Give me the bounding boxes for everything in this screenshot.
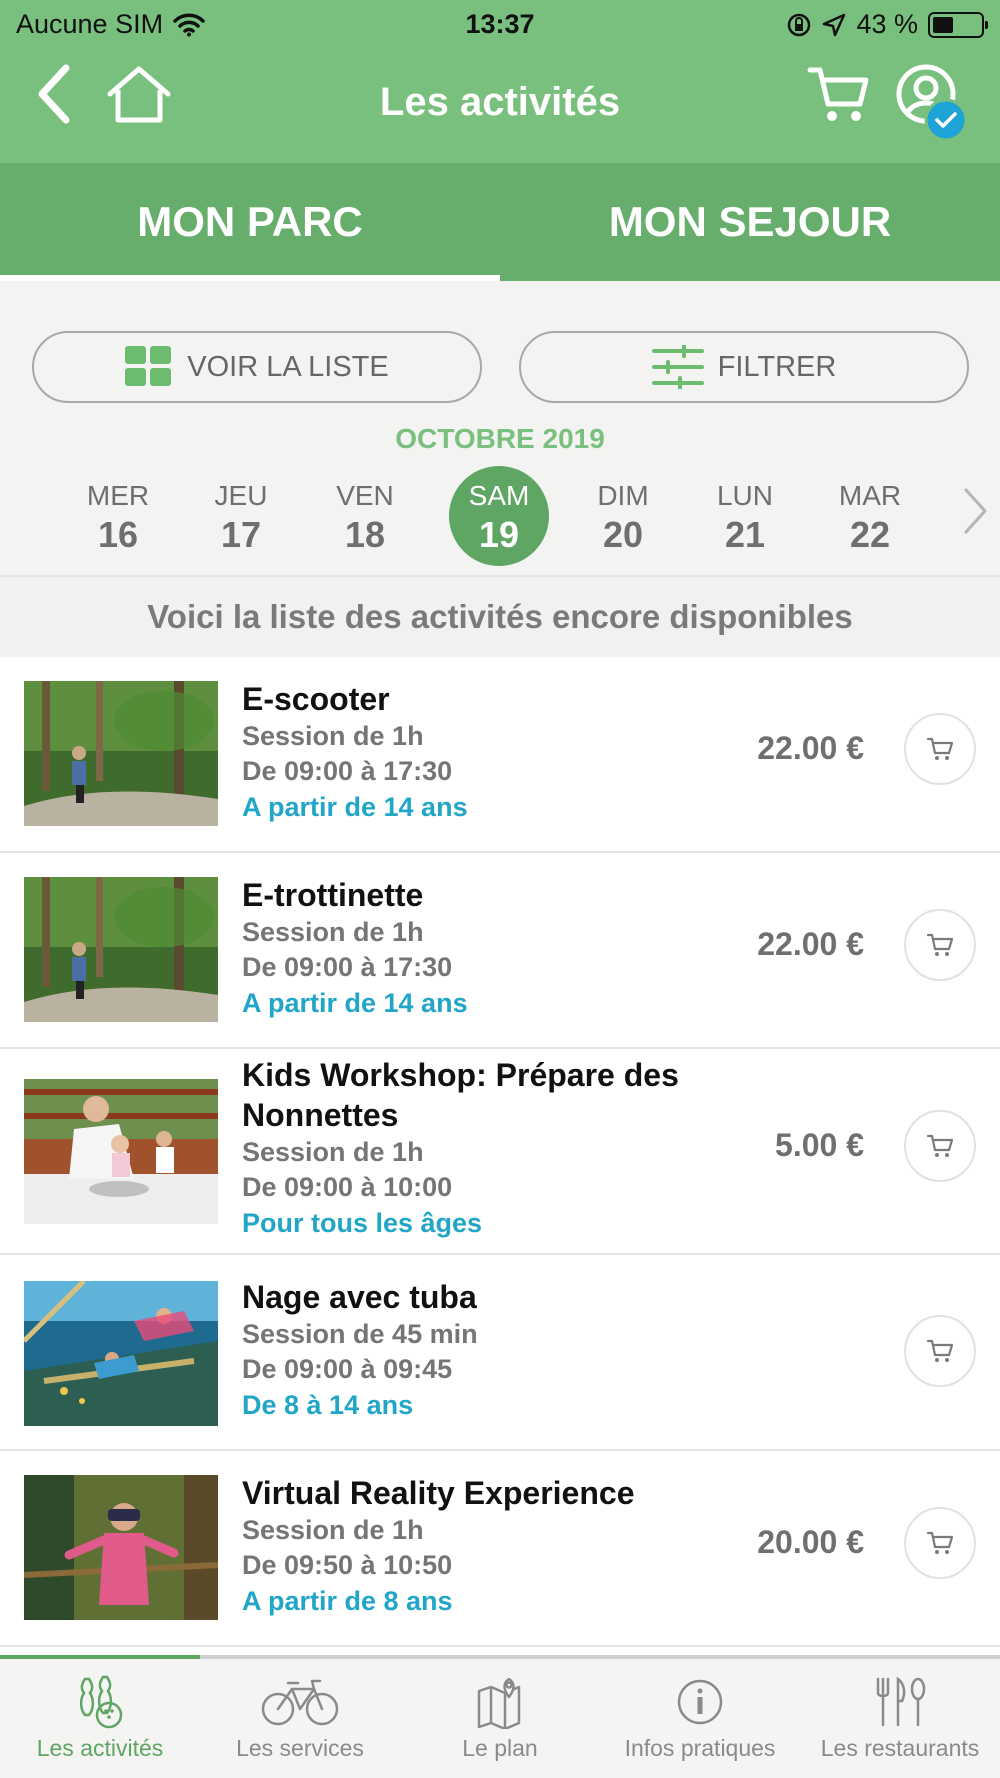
filter-sliders-icon (651, 345, 704, 389)
activity-session: Session de 45 min (242, 1319, 478, 1349)
activity-name: Virtual Reality Experience (242, 1475, 635, 1511)
activity-thumbnail (24, 877, 218, 1022)
tab-les-restaurants[interactable]: Les restaurants (800, 1659, 1000, 1778)
info-icon (677, 1679, 723, 1725)
tab-le-plan[interactable]: Le plan (400, 1659, 600, 1778)
day-mer-16[interactable]: MER 16 (68, 466, 168, 566)
cart-icon[interactable] (806, 62, 870, 126)
map-icon (477, 1677, 521, 1729)
availability-banner: Voici la liste des activités encore disp… (0, 577, 1000, 657)
tab-mon-parc[interactable]: MON PARC (0, 163, 500, 281)
activity-age: Pour tous les âges (242, 1208, 483, 1238)
add-to-cart-button[interactable] (904, 713, 976, 785)
activity-session: Session de 1h (242, 1515, 424, 1545)
activity-session: Session de 1h (242, 721, 424, 751)
activity-age: A partir de 8 ans (242, 1586, 453, 1616)
day-sam-19-selected[interactable]: SAM 19 (449, 466, 549, 566)
activity-name: E-trottinette (242, 877, 424, 913)
list-item[interactable]: Nage avec tuba Session de 45 min De 09:0… (0, 1255, 1000, 1451)
filter-button[interactable]: FILTRER (519, 331, 969, 403)
activity-name: Kids Workshop: Prépare des Nonnettes (242, 1057, 679, 1133)
cart-icon (926, 1134, 954, 1157)
verified-check-icon (924, 98, 968, 142)
cart-icon (926, 737, 954, 760)
activity-price: 20.00 € (757, 1524, 864, 1560)
activity-name: Nage avec tuba (242, 1279, 477, 1315)
activity-hours: De 09:00 à 17:30 (242, 756, 453, 786)
cart-icon (926, 933, 954, 956)
add-to-cart-button[interactable] (904, 1507, 976, 1579)
list-item[interactable]: Virtual Reality Experience Session de 1h… (0, 1451, 1000, 1647)
activity-price: 5.00 € (775, 1127, 864, 1163)
bottom-tab-bar: Les activités Les services Le plan Infos… (0, 1659, 1000, 1778)
activity-price: 22.00 € (757, 730, 864, 766)
nav-bar: Les activités (0, 48, 1000, 163)
battery-percent: 43 % (856, 9, 918, 39)
activity-thumbnail (24, 1079, 218, 1224)
cart-icon (926, 1339, 954, 1362)
bowling-icon (79, 1675, 123, 1729)
activity-age: A partir de 14 ans (242, 988, 468, 1018)
add-to-cart-button[interactable] (904, 1110, 976, 1182)
chevron-right-icon[interactable] (960, 486, 990, 536)
controls-area: VOIR LA LISTE FILTRER OCTOBRE 2019 MER 1… (0, 281, 1000, 577)
activity-thumbnail (24, 681, 218, 826)
location-arrow-icon (823, 13, 846, 36)
activity-hours: De 09:00 à 10:00 (242, 1172, 453, 1202)
list-item[interactable]: E-trottinette Session de 1h De 09:00 à 1… (0, 853, 1000, 1049)
activity-session: Session de 1h (242, 1137, 424, 1167)
activity-thumbnail (24, 1281, 218, 1426)
day-selector: MER 16 JEU 17 VEN 18 SAM 19 DIM 20 LUN 2… (60, 466, 940, 576)
add-to-cart-button[interactable] (904, 1315, 976, 1387)
tab-infos-pratiques[interactable]: Infos pratiques (600, 1659, 800, 1778)
status-bar: Aucune SIM 13:37 43 % (0, 0, 1000, 48)
activity-session: Session de 1h (242, 917, 424, 947)
activity-hours: De 09:00 à 17:30 (242, 952, 453, 982)
day-mar-22[interactable]: MAR 22 (820, 466, 920, 566)
list-item[interactable]: Kids Workshop: Prépare des Nonnettes Ses… (0, 1049, 1000, 1255)
activity-hours: De 09:50 à 10:50 (242, 1550, 453, 1580)
activity-thumbnail (24, 1475, 218, 1620)
day-ven-18[interactable]: VEN 18 (315, 466, 415, 566)
day-jeu-17[interactable]: JEU 17 (191, 466, 291, 566)
add-to-cart-button[interactable] (904, 909, 976, 981)
activity-hours: De 09:00 à 09:45 (242, 1354, 453, 1384)
activity-age: De 8 à 14 ans (242, 1390, 414, 1420)
tab-les-services[interactable]: Les services (200, 1659, 400, 1778)
cutlery-icon (876, 1676, 926, 1727)
tab-mon-sejour[interactable]: MON SEJOUR (500, 163, 1000, 281)
activity-name: E-scooter (242, 681, 390, 717)
top-bar: Aucune SIM 13:37 43 % Les activités (0, 0, 1000, 163)
rotation-lock-icon (788, 13, 811, 36)
cart-icon (926, 1531, 954, 1554)
battery-icon (928, 11, 988, 38)
segment-tabs: MON PARC MON SEJOUR (0, 163, 1000, 281)
tab-les-activites[interactable]: Les activités (0, 1659, 200, 1778)
grid-icon (125, 346, 172, 386)
month-label: OCTOBRE 2019 (395, 423, 605, 454)
activity-price: 22.00 € (757, 926, 864, 962)
list-item[interactable]: E-scooter Session de 1h De 09:00 à 17:30… (0, 657, 1000, 853)
activity-age: A partir de 14 ans (242, 792, 468, 822)
day-lun-21[interactable]: LUN 21 (695, 466, 795, 566)
day-dim-20[interactable]: DIM 20 (573, 466, 673, 566)
activity-list: E-scooter Session de 1h De 09:00 à 17:30… (0, 657, 1000, 1655)
bicycle-icon (261, 1679, 339, 1726)
view-list-button[interactable]: VOIR LA LISTE (32, 331, 482, 403)
